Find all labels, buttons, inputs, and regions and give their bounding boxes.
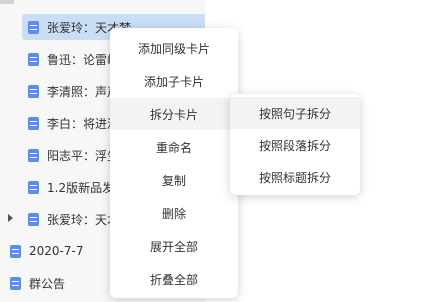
submenu-split-by-paragraph[interactable]: 按照段落拆分 xyxy=(230,129,360,161)
expand-caret-icon[interactable] xyxy=(8,214,13,222)
tree-item-label: 阳志平：浮生 xyxy=(47,148,120,163)
split-submenu: 按照句子拆分 按照段落拆分 按照标题拆分 xyxy=(230,94,360,195)
context-menu: 添加同级卡片 添加子卡片 拆分卡片 重命名 复制 删除 展开全部 折叠全部 xyxy=(110,28,238,298)
document-icon xyxy=(28,52,39,66)
tree-item-label: 2020-7-7 xyxy=(29,244,84,258)
document-icon xyxy=(28,116,39,130)
menu-add-sibling-card[interactable]: 添加同级卡片 xyxy=(110,32,238,64)
menu-split-card[interactable]: 拆分卡片 xyxy=(110,98,238,130)
menu-rename[interactable]: 重命名 xyxy=(110,131,238,163)
document-icon xyxy=(28,84,39,98)
tree-item-label: 群公告 xyxy=(29,276,66,291)
document-icon xyxy=(10,244,21,258)
menu-delete[interactable]: 删除 xyxy=(110,197,238,229)
menu-copy[interactable]: 复制 xyxy=(110,164,238,196)
submenu-split-by-sentence[interactable]: 按照句子拆分 xyxy=(230,97,360,129)
document-icon xyxy=(10,276,21,290)
menu-expand-all[interactable]: 展开全部 xyxy=(110,230,238,262)
document-icon xyxy=(28,180,39,194)
tree-item-label: 李白：将进酒 xyxy=(47,116,120,131)
document-icon xyxy=(28,212,39,226)
scrolled-row-edge xyxy=(0,0,14,4)
menu-add-child-card[interactable]: 添加子卡片 xyxy=(110,65,238,97)
menu-collapse-all[interactable]: 折叠全部 xyxy=(110,263,238,295)
submenu-split-by-heading[interactable]: 按照标题拆分 xyxy=(230,161,360,193)
document-icon xyxy=(28,148,39,162)
document-icon xyxy=(28,20,39,34)
